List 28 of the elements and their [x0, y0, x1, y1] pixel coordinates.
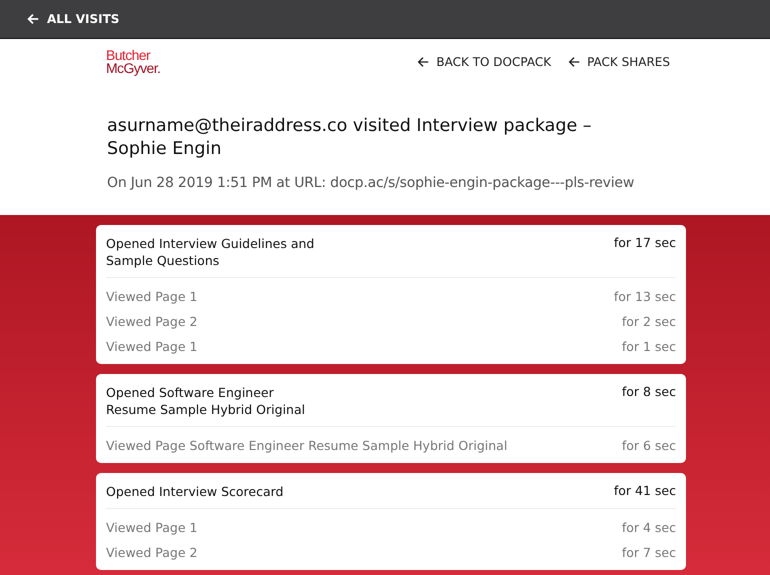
- page-view-label: Viewed Page 2: [106, 313, 198, 331]
- all-visits-link[interactable]: ALL VISITS: [26, 12, 120, 26]
- back-arrow-icon: [26, 12, 40, 26]
- duration: for 41 sec: [614, 483, 676, 500]
- nav-link[interactable]: BACK TO DOCPACK: [416, 55, 552, 69]
- document-title: Opened Interview Scorecard: [106, 483, 284, 500]
- duration: for 13 sec: [614, 288, 676, 306]
- nav-link[interactable]: PACK SHARES: [567, 55, 670, 69]
- logo-text: McGyver.: [106, 62, 160, 75]
- logo-text: Butcher: [106, 49, 152, 62]
- page-view-label: Viewed Page 1: [106, 519, 198, 537]
- duration: for 17 sec: [614, 235, 676, 252]
- duration: for 7 sec: [622, 544, 676, 562]
- duration: for 1 sec: [622, 338, 676, 356]
- duration: for 8 sec: [622, 384, 676, 401]
- document-title: Opened Software Engineer Resume Sample Hybrid Original: [106, 384, 306, 418]
- page-view-label: Viewed Page 1: [106, 338, 198, 356]
- page-view-label: Viewed Page Software Engineer Resume Sample Hybrid Original: [106, 437, 508, 455]
- visit-subtitle: On Jun 28 2019 1:51 PM at URL: docp.ac/s/sophie-engin-package---pls-review: [107, 175, 636, 191]
- back-arrow-icon: [567, 55, 582, 69]
- visit-title: asurname@theiraddress.co visited Interview package – Sophie Engin: [107, 115, 593, 161]
- duration: for 2 sec: [622, 313, 676, 331]
- page-view-label: Viewed Page 2: [106, 544, 198, 562]
- page-view-label: Viewed Page 1: [106, 288, 198, 306]
- back-arrow-icon: [416, 55, 430, 69]
- duration: for 4 sec: [622, 519, 676, 537]
- document-title: Opened Interview Guidelines and Sample Questions: [106, 235, 314, 269]
- duration: for 6 sec: [622, 437, 676, 455]
